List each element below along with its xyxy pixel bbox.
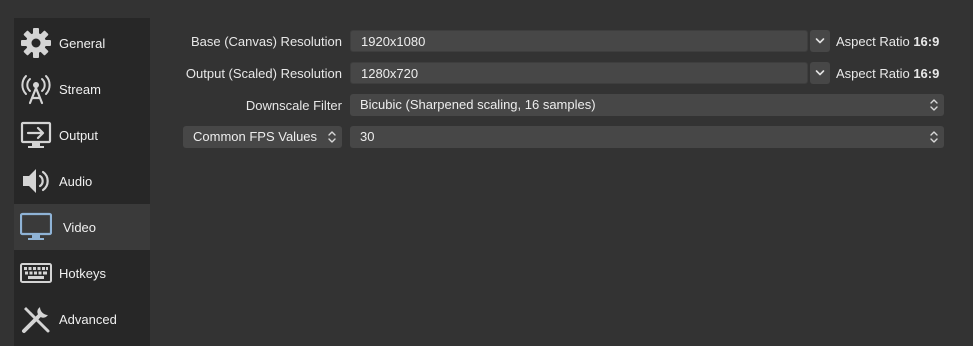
up-down-chevron-icon [325,128,339,146]
sidebar-item-hotkeys[interactable]: Hotkeys [14,250,150,296]
up-down-chevron-icon [927,128,941,146]
tools-icon [20,303,52,335]
fps-type-select[interactable]: Common FPS Values [183,126,342,148]
sidebar-item-label: Video [63,219,97,235]
fps-type-value: Common FPS Values [193,129,318,144]
settings-sidebar: General Stream Output Audio Video Hotkey… [14,18,150,346]
aspect-ratio-prefix: Aspect Ratio [836,66,910,81]
broadcast-antenna-icon [20,73,52,105]
sidebar-item-label: Advanced [59,311,117,327]
chevron-down-icon [815,64,825,82]
output-aspect-ratio: Aspect Ratio 16:9 [836,66,939,81]
speaker-icon [20,165,52,197]
downscale-filter-label: Downscale Filter [245,98,342,113]
base-resolution-value: 1920x1080 [361,34,426,49]
downscale-filter-select[interactable]: Bicubic (Sharpened scaling, 16 samples) [350,94,944,116]
base-resolution-label: Base (Canvas) Resolution [190,34,342,49]
output-resolution-dropdown-button[interactable] [810,62,830,84]
sidebar-item-advanced[interactable]: Advanced [14,296,150,342]
output-resolution-value: 1280x720 [361,66,419,81]
aspect-ratio-value: 16:9 [913,34,940,49]
output-monitor-icon [20,119,52,151]
aspect-ratio-value: 16:9 [913,66,940,81]
sidebar-item-label: Hotkeys [59,265,106,281]
gear-icon [20,27,52,59]
aspect-ratio-prefix: Aspect Ratio [836,34,910,49]
up-down-chevron-icon [927,96,941,114]
video-settings-window: General Stream Output Audio Video Hotkey… [0,0,973,346]
sidebar-item-label: General [59,35,106,51]
sidebar-item-label: Output [59,127,99,143]
base-resolution-input[interactable]: 1920x1080 [350,30,808,52]
sidebar-item-output[interactable]: Output [14,112,150,158]
fps-value: 30 [360,129,375,144]
sidebar-item-general[interactable]: General [14,20,150,66]
output-resolution-input[interactable]: 1280x720 [350,62,808,84]
sidebar-item-video[interactable]: Video [14,204,150,250]
downscale-filter-value: Bicubic (Sharpened scaling, 16 samples) [360,97,596,112]
chevron-down-icon [815,32,825,50]
fps-value-select[interactable]: 30 [350,126,944,148]
output-resolution-label: Output (Scaled) Resolution [185,66,342,81]
base-resolution-dropdown-button[interactable] [810,30,830,52]
sidebar-item-stream[interactable]: Stream [14,66,150,112]
sidebar-item-audio[interactable]: Audio [14,158,150,204]
sidebar-item-label: Audio [59,173,93,189]
monitor-icon [20,211,52,243]
sidebar-item-label: Stream [59,81,101,97]
base-aspect-ratio: Aspect Ratio 16:9 [836,34,939,49]
keyboard-icon [20,257,52,289]
